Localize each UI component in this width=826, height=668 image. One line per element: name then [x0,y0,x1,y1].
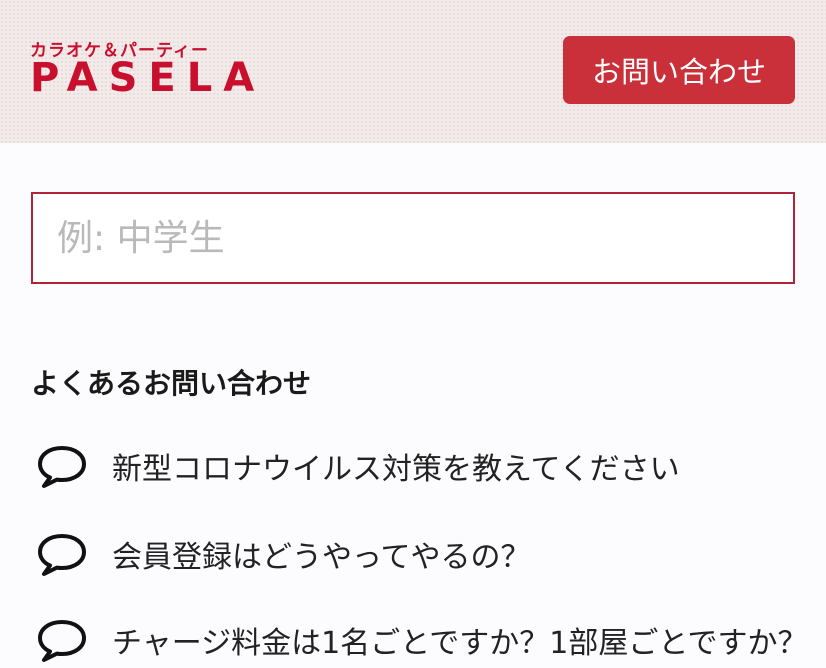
faq-item-label: チャージ料金は1名ごとですか？1部屋ごとですか？ [112,626,808,661]
contact-button[interactable]: お問い合わせ [563,36,795,104]
faq-heading: よくあるお問い合わせ [31,367,312,400]
speech-bubble-icon [38,620,86,662]
faq-item[interactable]: チャージ料金は1名ごとですか？1部屋ごとですか？ [36,612,826,668]
speech-bubble-icon [38,534,86,576]
faq-item[interactable]: 新型コロナウイルス対策を教えてください [36,438,826,494]
faq-item-label: 新型コロナウイルス対策を教えてください [112,452,680,487]
search-input[interactable] [31,192,795,284]
faq-item-label: 会員登録はどうやってやるの？ [112,540,531,575]
pasela-logo[interactable]: カラオケ＆パーティー PASELA [30,36,254,102]
faq-item[interactable]: 会員登録はどうやってやるの？ [36,526,826,582]
logo-title: PASELA [30,55,266,101]
site-header: カラオケ＆パーティー PASELA お問い合わせ [0,0,826,143]
speech-bubble-icon [38,446,86,488]
